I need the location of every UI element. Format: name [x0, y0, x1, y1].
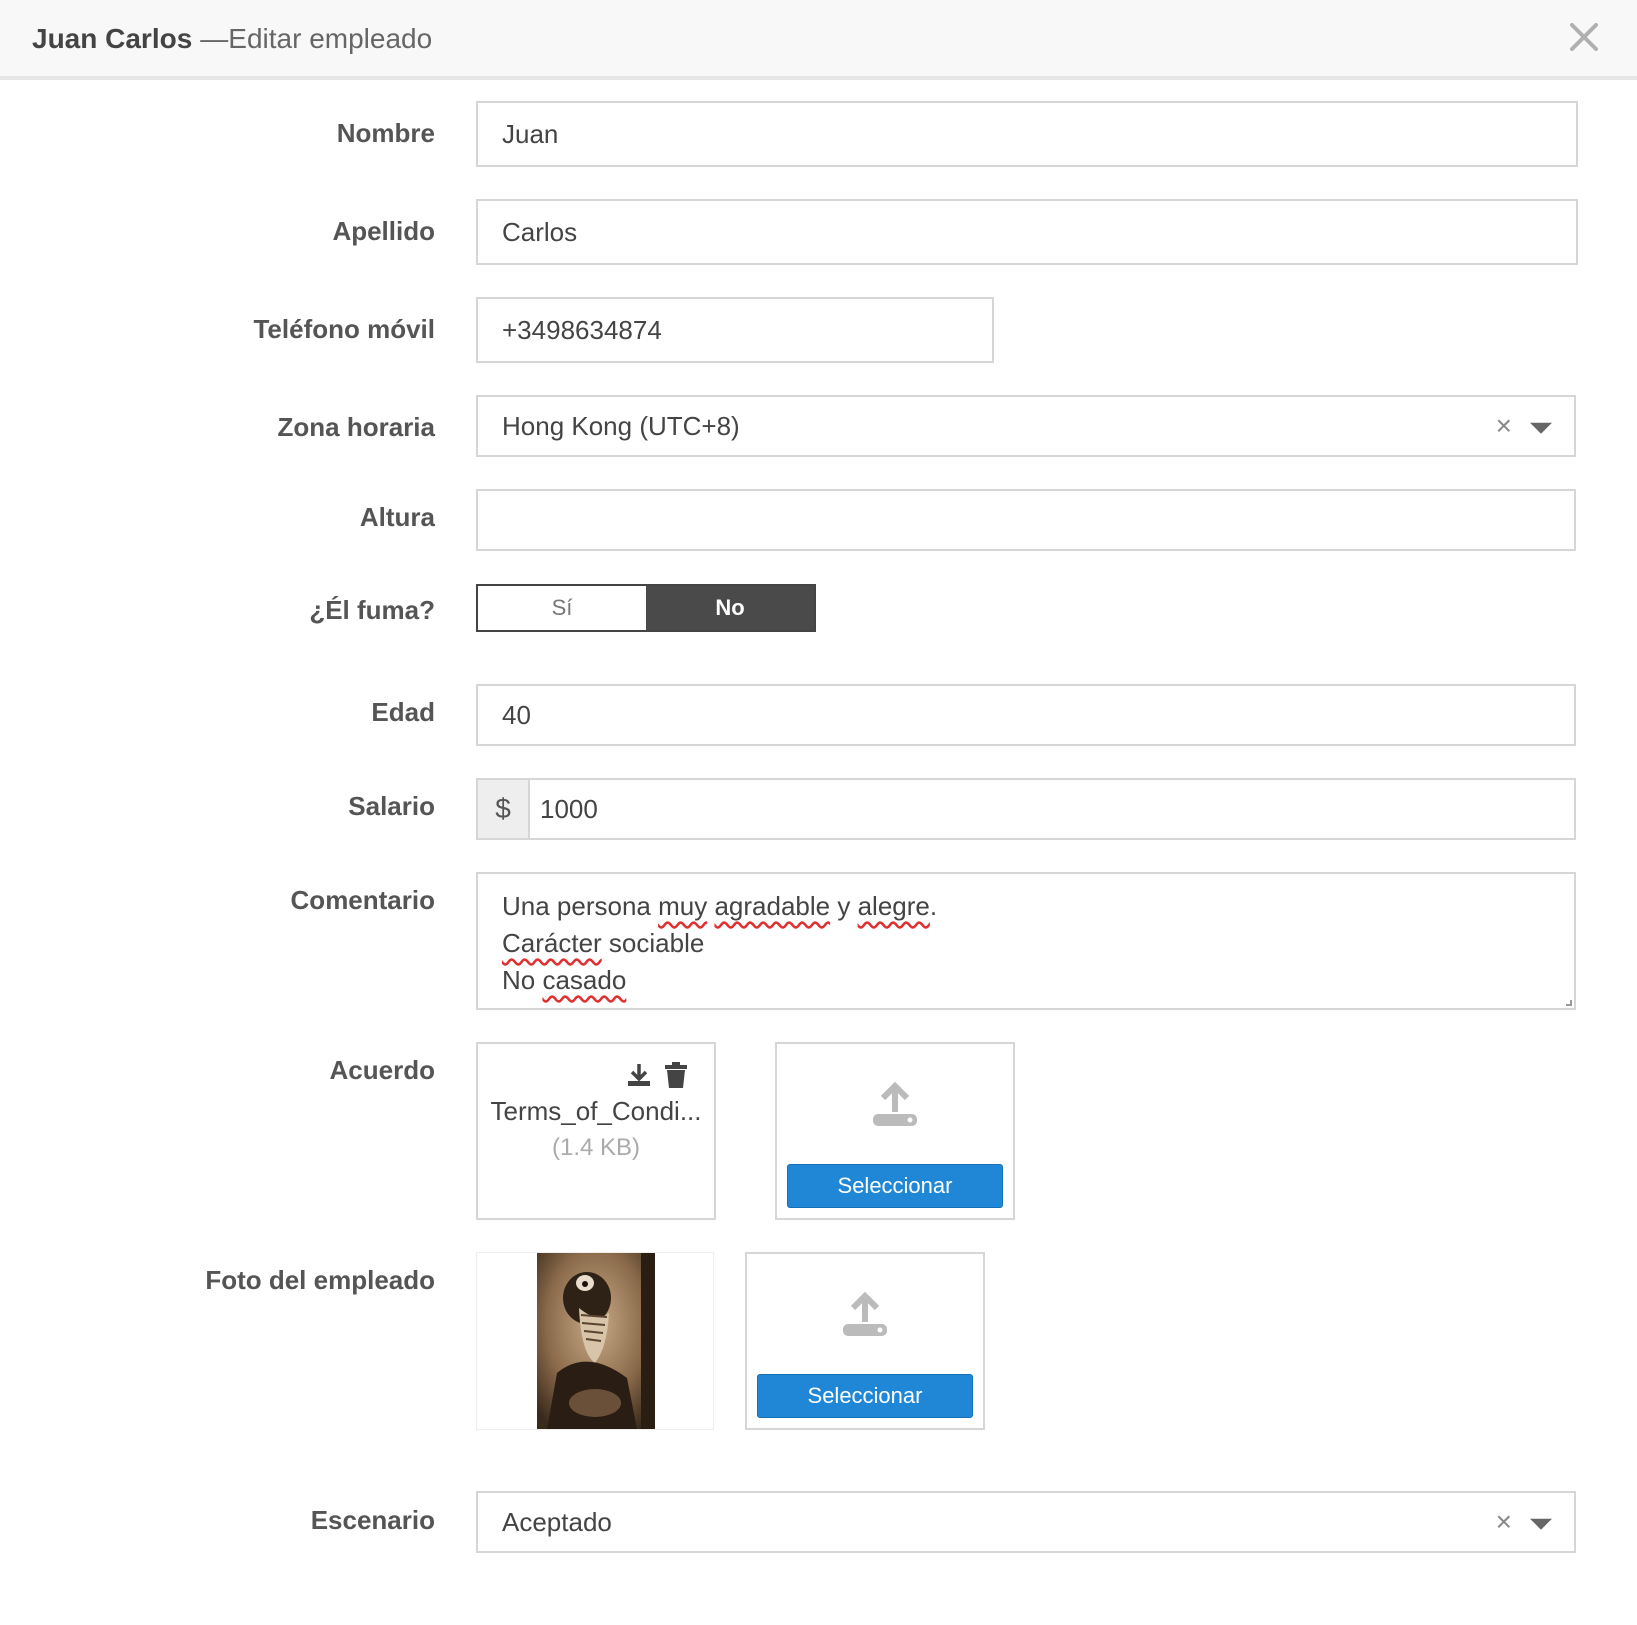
- apellido-input[interactable]: [476, 199, 1578, 265]
- employee-photo: [537, 1253, 655, 1429]
- apellido-label: Apellido: [332, 216, 435, 246]
- comentario-line-3: No casado: [502, 965, 627, 995]
- file-actions: [626, 1062, 688, 1088]
- zona-value: Hong Kong (UTC+8): [502, 410, 740, 441]
- foto-select-button[interactable]: Seleccionar: [757, 1374, 973, 1418]
- zona-chevron-down-icon[interactable]: [1530, 422, 1552, 434]
- fuma-option-yes[interactable]: Sí: [478, 586, 646, 630]
- upload-icon: [873, 1081, 917, 1126]
- escenario-select[interactable]: Aceptado ×: [476, 1491, 1576, 1553]
- telefono-input[interactable]: [476, 297, 994, 363]
- zona-clear-icon[interactable]: ×: [1496, 410, 1512, 442]
- employee-name: Juan Carlos: [32, 23, 193, 54]
- edit-employee-modal: Juan Carlos—Editar empleado Nombre Apell…: [0, 0, 1637, 1625]
- foto-label: Foto del empleado: [205, 1265, 435, 1295]
- fuma-label: ¿Él fuma?: [309, 595, 435, 625]
- resize-handle[interactable]: [1566, 1000, 1572, 1006]
- altura-input[interactable]: [476, 489, 1576, 551]
- close-icon[interactable]: [1569, 22, 1599, 52]
- escenario-value: Aceptado: [502, 1506, 612, 1537]
- telefono-label: Teléfono móvil: [253, 314, 435, 344]
- acuerdo-select-button[interactable]: Seleccionar: [787, 1164, 1003, 1208]
- escenario-chevron-down-icon[interactable]: [1530, 1518, 1552, 1530]
- upload-icon: [843, 1291, 887, 1336]
- fuma-option-no[interactable]: No: [646, 586, 814, 630]
- file-name: Terms_of_Condi...: [490, 1096, 702, 1126]
- nombre-label: Nombre: [336, 118, 435, 148]
- salario-input[interactable]: [530, 780, 1574, 838]
- comentario-line-2: Carácter sociable: [502, 928, 705, 958]
- photo-preview: [476, 1252, 714, 1430]
- acuerdo-upload-card: Seleccionar: [775, 1042, 1015, 1220]
- currency-addon: $: [478, 780, 530, 838]
- edad-label: Edad: [371, 697, 435, 727]
- fuma-toggle: Sí No: [476, 584, 816, 632]
- acuerdo-label: Acuerdo: [329, 1055, 435, 1085]
- comentario-textarea[interactable]: Una persona muy agradable y alegre. Cará…: [476, 872, 1576, 1010]
- acuerdo-file-card: Terms_of_Condi... (1.4 KB): [476, 1042, 716, 1220]
- modal-title: Juan Carlos —Editar empleado: [32, 20, 432, 58]
- comentario-line-1: Una persona muy agradable y alegre.: [502, 891, 938, 921]
- foto-upload-card: Seleccionar: [745, 1252, 985, 1430]
- salario-input-group: $: [476, 778, 1576, 840]
- download-icon[interactable]: [626, 1062, 652, 1088]
- edad-input[interactable]: [476, 684, 1576, 746]
- nombre-input[interactable]: [476, 101, 1578, 167]
- zona-select[interactable]: Hong Kong (UTC+8) ×: [476, 395, 1576, 457]
- escenario-label: Escenario: [310, 1505, 435, 1535]
- modal-subtitle: —Editar empleado: [200, 23, 433, 54]
- file-size: (1.4 KB): [551, 1134, 641, 1161]
- escenario-clear-icon[interactable]: ×: [1496, 1506, 1512, 1538]
- comentario-label: Comentario: [290, 885, 435, 915]
- altura-label: Altura: [359, 502, 435, 532]
- salario-label: Salario: [348, 791, 435, 821]
- trash-icon[interactable]: [664, 1062, 688, 1088]
- zona-label: Zona horaria: [277, 412, 435, 442]
- modal-header: Juan Carlos —Editar empleado: [0, 0, 1637, 80]
